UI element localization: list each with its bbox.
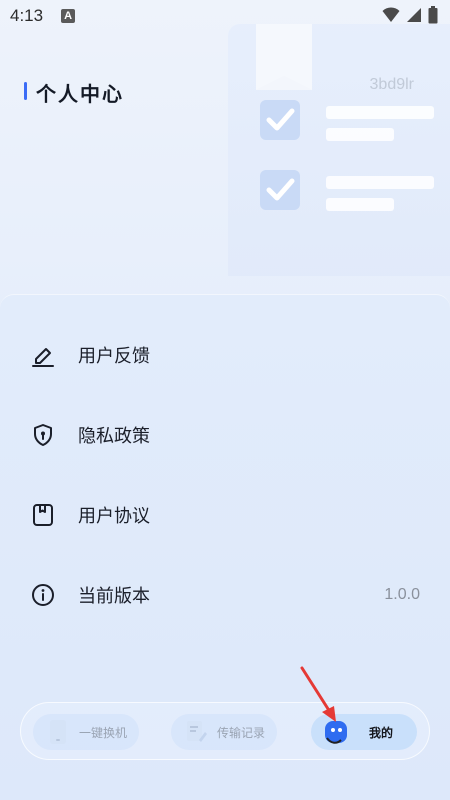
check-icon [260,170,300,210]
tab-label: 我的 [369,725,394,740]
bottom-tab-bar: 一键换机 传输记录 我的 [20,702,430,760]
phone-icon [45,718,71,746]
user-id: 3bd9lr [369,76,414,93]
menu-item-label: 用户协议 [78,506,150,527]
info-icon [30,582,56,608]
check-icon [260,100,300,140]
tab-label: 传输记录 [217,725,266,740]
edit-icon [30,342,56,368]
document-icon [183,718,209,746]
shield-icon [30,422,56,448]
menu-item-current-version[interactable]: 当前版本 1.0.0 [0,565,450,625]
tab-one-click-transfer[interactable]: 一键换机 [33,714,139,750]
page-title: 个人中心 [36,82,124,106]
menu-item-privacy-policy[interactable]: 隐私政策 [0,405,450,465]
header-illustration [228,24,450,276]
annotation-arrow [296,664,340,726]
bookmark-icon [30,502,56,528]
menu-item-label: 用户反馈 [78,346,150,367]
menu-item-user-agreement[interactable]: 用户协议 [0,485,450,545]
title-accent-bar [24,82,27,100]
bookmark-decoration [256,24,312,90]
menu-item-label: 隐私政策 [78,426,150,447]
notification-badge: A [61,9,76,23]
profile-header: 个人中心 3bd9lr [0,24,450,276]
version-value: 1.0.0 [384,586,420,603]
tab-transfer-records[interactable]: 传输记录 [171,714,277,750]
menu-item-feedback[interactable]: 用户反馈 [0,325,450,385]
status-time: 4:13 [10,6,44,25]
menu-item-label: 当前版本 [78,586,150,607]
tab-label: 一键换机 [79,725,128,740]
